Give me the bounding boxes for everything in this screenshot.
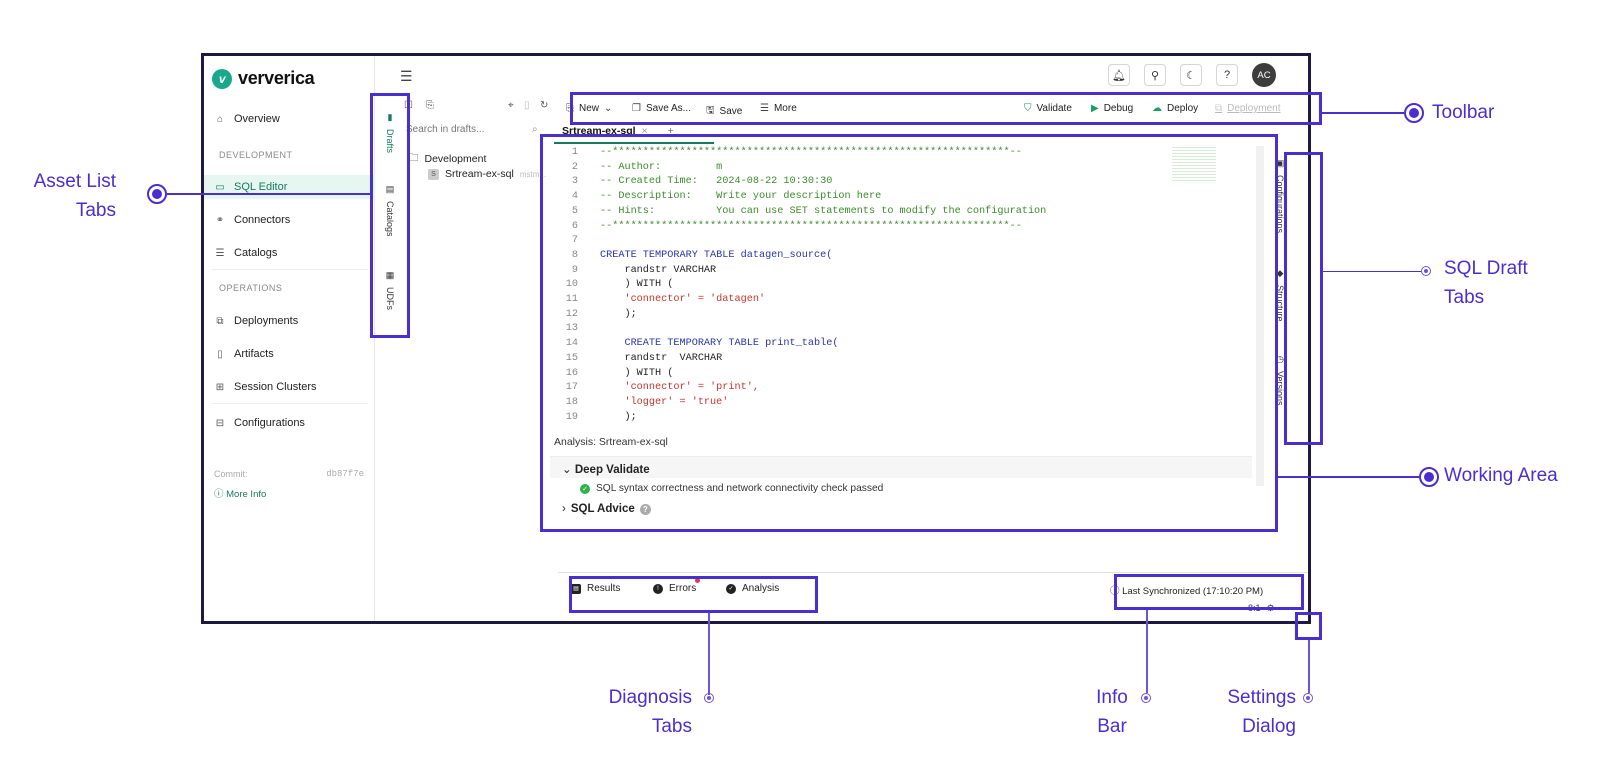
connector-icon: ⚭: [215, 214, 225, 226]
sidebar-item-deployments[interactable]: ⧉ Deployments: [204, 309, 375, 333]
ververica-logo-icon: v: [212, 68, 232, 89]
sidebar-item-label: Overview: [234, 113, 280, 125]
callout-text: SQL Draft: [1444, 258, 1528, 279]
sidebar-item-sql-editor[interactable]: ▭ SQL Editor: [204, 175, 375, 199]
callout-marker: [1303, 693, 1313, 703]
brand-logo[interactable]: v ververica: [212, 68, 315, 89]
sidebar-item-label: Catalogs: [234, 247, 278, 259]
sidebar-item-configurations[interactable]: ⊟ Configurations: [204, 411, 375, 435]
cluster-icon: ⊞: [215, 381, 225, 393]
catalog-icon: ☰: [215, 247, 225, 259]
highlight-asset-tabs: [370, 93, 410, 338]
sidebar-item-label: Artifacts: [234, 348, 274, 360]
folder-development[interactable]: 🗀 Development: [408, 150, 486, 168]
callout-text: Info: [1096, 687, 1128, 708]
file-label: Srtream-ex-sql: [445, 168, 514, 180]
bell-icon[interactable]: 🔔︎: [1108, 64, 1130, 86]
callout-text: Dialog: [1242, 716, 1296, 737]
home-icon: ⌂: [216, 113, 224, 125]
deploy-icon: ⧉: [216, 315, 224, 327]
divider: [558, 572, 1308, 573]
code-icon: ▭: [215, 181, 225, 193]
commit-hash: db87f7e: [326, 469, 364, 479]
callout-text: Settings: [1227, 687, 1296, 708]
callout-marker: [1419, 467, 1439, 487]
section-development: DEVELOPMENT: [219, 150, 293, 160]
sidebar-item-label: Deployments: [234, 315, 299, 327]
callout-sql-draft: SQL Draft Tabs: [1444, 254, 1528, 312]
highlight-settings: [1295, 612, 1322, 640]
highlight-toolbar: [570, 92, 1322, 125]
callout-marker: [1421, 266, 1431, 276]
search-icon[interactable]: ⌕: [532, 124, 538, 135]
top-bar: ☰ 🔔︎ ⚲ ☾ ? AC: [375, 56, 1308, 94]
callout-text: Diagnosis: [608, 687, 692, 708]
sidebar-item-artifacts[interactable]: ▯ Artifacts: [204, 342, 375, 366]
callout-line: [1308, 640, 1310, 693]
sidebar-item-catalogs[interactable]: ☰ Catalogs: [204, 241, 375, 265]
folder-label: Development: [424, 153, 487, 165]
more-info-label: More Info: [226, 489, 267, 500]
callout-info-bar: Info Bar: [1090, 683, 1134, 741]
callout-line: [167, 193, 370, 195]
sidebar-item-label: Session Clusters: [234, 381, 317, 393]
highlight-diagnosis-tabs: [569, 576, 818, 613]
rocket-icon[interactable]: ⚲: [1144, 64, 1166, 86]
highlight-working-area: [540, 134, 1278, 532]
callout-marker: [147, 184, 167, 204]
callout-marker: [704, 693, 714, 703]
trash-icon[interactable]: ▯: [524, 100, 530, 111]
drafts-actions: ☐ ⎘ ⌖ ▯ ↻: [404, 100, 552, 114]
callout-line: [1278, 476, 1419, 478]
refresh-icon[interactable]: ↻: [540, 100, 548, 111]
callout-asset-list: Asset List Tabs: [24, 167, 116, 225]
commit-info: Commit: db87f7e: [214, 469, 364, 479]
highlight-info-bar: [1114, 574, 1304, 610]
sidebar-item-label: SQL Editor: [234, 181, 288, 193]
callout-line: [1323, 271, 1421, 272]
highlight-draft-tabs: [1284, 152, 1323, 445]
sidebar-item-session-clusters[interactable]: ⊞ Session Clusters: [204, 375, 375, 399]
search-input[interactable]: [406, 124, 526, 135]
help-icon[interactable]: ?: [1216, 64, 1238, 86]
locate-icon[interactable]: ⌖: [508, 100, 514, 111]
callout-text: Tabs: [651, 716, 692, 737]
sidebar: v ververica ⌂ Overview DEVELOPMENT ▭ SQL…: [204, 56, 375, 621]
callout-settings: Settings Dialog: [1210, 683, 1296, 741]
callout-toolbar: Toolbar: [1432, 102, 1495, 123]
callout-marker: [1404, 103, 1424, 123]
callout-working-area: Working Area: [1444, 465, 1558, 486]
sidebar-item-overview[interactable]: ⌂ Overview: [204, 107, 375, 131]
callout-text: Tabs: [1444, 287, 1485, 308]
config-icon: ⊟: [215, 417, 225, 429]
callout-line: [1146, 610, 1148, 693]
moon-icon[interactable]: ☾: [1180, 64, 1202, 86]
divider: [212, 269, 368, 270]
new-file-icon[interactable]: ⎘: [426, 100, 434, 111]
callout-text: Bar: [1097, 716, 1127, 737]
file-icon: ▯: [217, 348, 223, 360]
callout-diagnosis: Diagnosis Tabs: [598, 683, 692, 741]
more-info-link[interactable]: ⓘ More Info: [214, 486, 266, 500]
divider: [212, 403, 368, 404]
callout-text: Asset List: [33, 171, 116, 192]
sidebar-item-label: Connectors: [234, 214, 291, 226]
sql-file-icon: S: [428, 168, 439, 180]
commit-label: Commit:: [214, 469, 248, 479]
drafts-panel: ☐ ⎘ ⌖ ▯ ↻ ⌕ 🗀 Development S Srtream-ex-s…: [404, 94, 552, 534]
callout-text: Tabs: [75, 200, 116, 221]
callout-line: [708, 613, 710, 695]
section-operations: OPERATIONS: [219, 283, 283, 293]
draft-file[interactable]: S Srtream-ex-sql mstm...: [428, 168, 546, 180]
menu-icon[interactable]: ☰: [400, 68, 413, 85]
callout-marker: [1141, 693, 1151, 703]
avatar[interactable]: AC: [1252, 63, 1276, 87]
callout-line: [1322, 112, 1404, 114]
brand-name: ververica: [238, 68, 315, 88]
sidebar-item-connectors[interactable]: ⚭ Connectors: [204, 208, 375, 232]
sidebar-item-label: Configurations: [234, 417, 305, 429]
